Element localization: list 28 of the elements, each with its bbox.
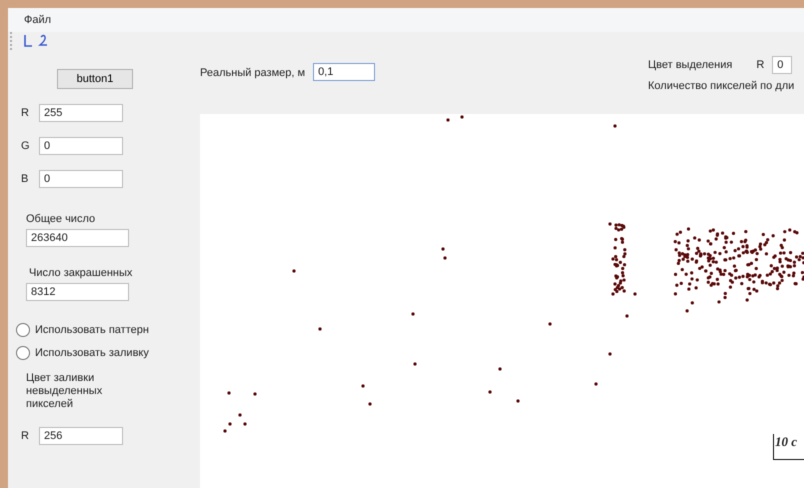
radio-icon[interactable] [16, 323, 30, 337]
radio-button[interactable]: Использовать заливку [16, 346, 200, 360]
input-field[interactable]: 0 [772, 56, 792, 74]
field-label: Общее число [26, 213, 96, 225]
radio-icon[interactable] [16, 346, 30, 360]
menu-item[interactable]: Файл [24, 14, 52, 26]
field-label: G [21, 140, 31, 152]
field-label: Количество пикселей по дли [648, 80, 796, 92]
input-field[interactable]: 0 [39, 170, 123, 188]
field-label: R [21, 430, 30, 442]
input-field[interactable]: 263640 [26, 229, 129, 247]
toolbar-icon[interactable] [23, 34, 33, 48]
field-label: Цвет заливки невыделенных пикселей [26, 372, 104, 411]
radio-button[interactable]: Использовать паттерн [16, 323, 200, 337]
field-label: R [21, 107, 30, 119]
field-label: Число закрашенных [29, 267, 134, 279]
input-field[interactable]: 0,1 [313, 63, 376, 81]
toolbar-icon[interactable] [38, 34, 48, 48]
input-field[interactable]: 0 [39, 137, 123, 155]
field-label: Цвет выделения [648, 59, 732, 71]
field-label: R [756, 59, 764, 71]
input-field[interactable]: 256 [39, 427, 123, 445]
button[interactable]: button1 [57, 69, 133, 89]
field-label: Реальный размер, м [200, 67, 306, 79]
input-field[interactable]: 8312 [26, 283, 129, 301]
input-field[interactable]: 255 [39, 104, 123, 122]
scale-bar: 10 с [773, 434, 804, 460]
field-label: B [21, 173, 30, 185]
